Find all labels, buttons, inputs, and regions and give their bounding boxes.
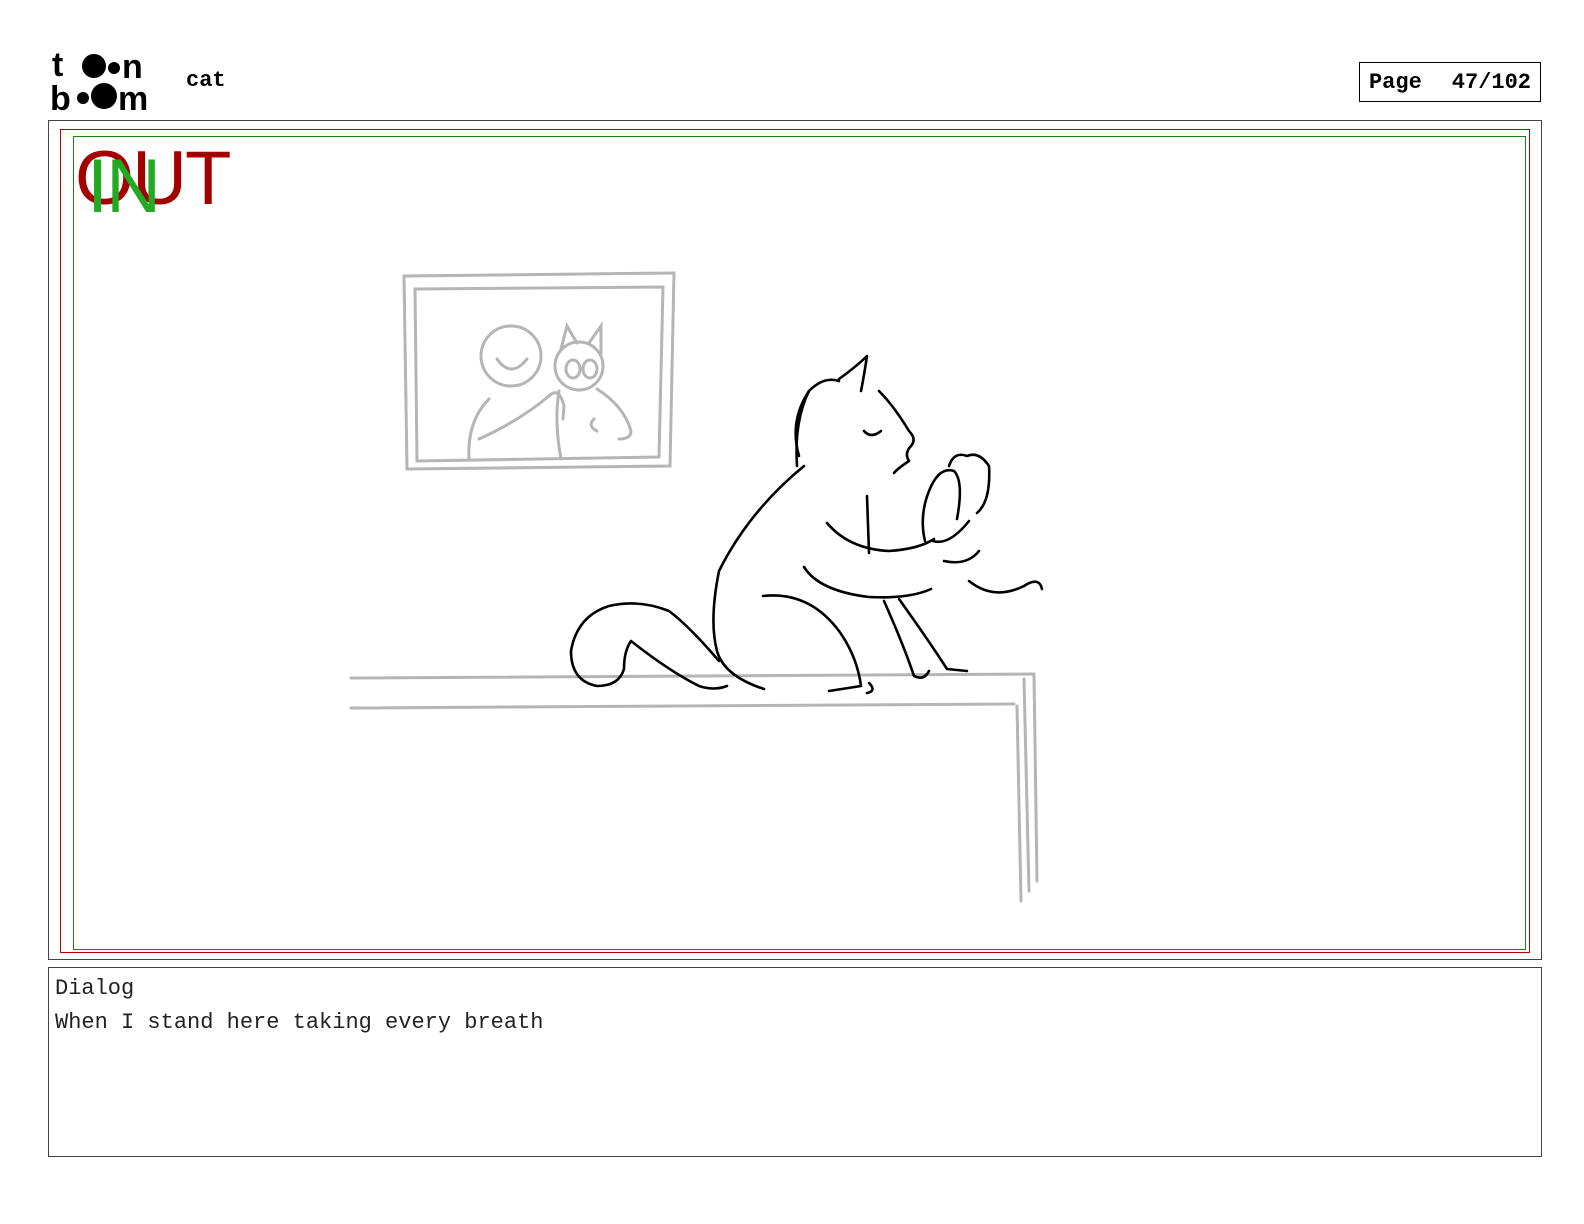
svg-text:b: b: [50, 80, 71, 114]
page-number: 47/102: [1451, 69, 1532, 95]
storyboard-panel: OUT IN: [48, 120, 1542, 960]
table-sketch: [349, 672, 1039, 903]
svg-text:t: t: [52, 48, 63, 84]
dialog-text: When I stand here taking every breath: [55, 1010, 544, 1035]
page-label: Page: [1368, 69, 1422, 95]
project-title: cat: [186, 68, 226, 93]
in-label: IN: [87, 144, 161, 229]
wall-picture-sketch: [402, 271, 676, 471]
dialog-box: Dialog When I stand here taking every br…: [48, 967, 1542, 1157]
svg-text:m: m: [118, 80, 148, 114]
dialog-title: Dialog: [55, 976, 135, 1001]
toon-boom-logo: t n b m: [50, 48, 148, 114]
cat-sketch: [569, 354, 1044, 695]
panel-sketch: [349, 271, 1044, 903]
page-indicator: Page 47/102: [1359, 62, 1541, 102]
